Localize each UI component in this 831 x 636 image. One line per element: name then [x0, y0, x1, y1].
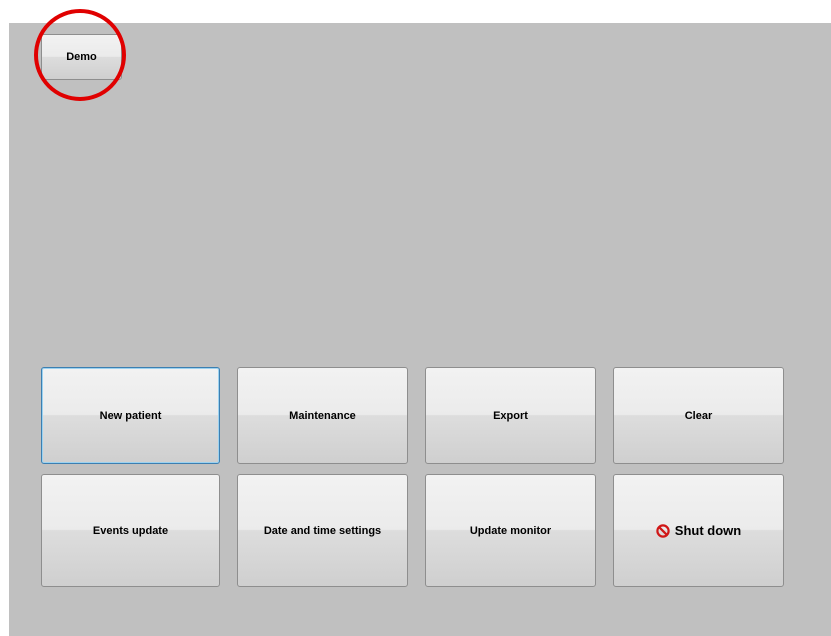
- maintenance-button[interactable]: Maintenance: [237, 367, 408, 464]
- update-monitor-button[interactable]: Update monitor: [425, 474, 596, 587]
- demo-button-label: Demo: [66, 51, 97, 63]
- events-update-label: Events update: [92, 524, 169, 537]
- new-patient-button[interactable]: New patient: [41, 367, 220, 464]
- clear-button[interactable]: Clear: [613, 367, 784, 464]
- demo-button[interactable]: Demo: [41, 34, 122, 80]
- events-update-button[interactable]: Events update: [41, 474, 220, 587]
- export-button[interactable]: Export: [425, 367, 596, 464]
- shut-down-button[interactable]: Shut down: [613, 474, 784, 587]
- shut-down-content: Shut down: [656, 523, 741, 538]
- shut-down-label: Shut down: [674, 523, 742, 538]
- prohibited-icon: [656, 523, 670, 538]
- clear-label: Clear: [684, 409, 713, 422]
- maintenance-label: Maintenance: [289, 409, 356, 422]
- export-label: Export: [493, 409, 528, 422]
- update-monitor-label: Update monitor: [469, 524, 552, 537]
- date-time-settings-button[interactable]: Date and time settings: [237, 474, 408, 587]
- date-time-settings-label: Date and time settings: [263, 524, 382, 537]
- new-patient-label: New patient: [99, 409, 162, 422]
